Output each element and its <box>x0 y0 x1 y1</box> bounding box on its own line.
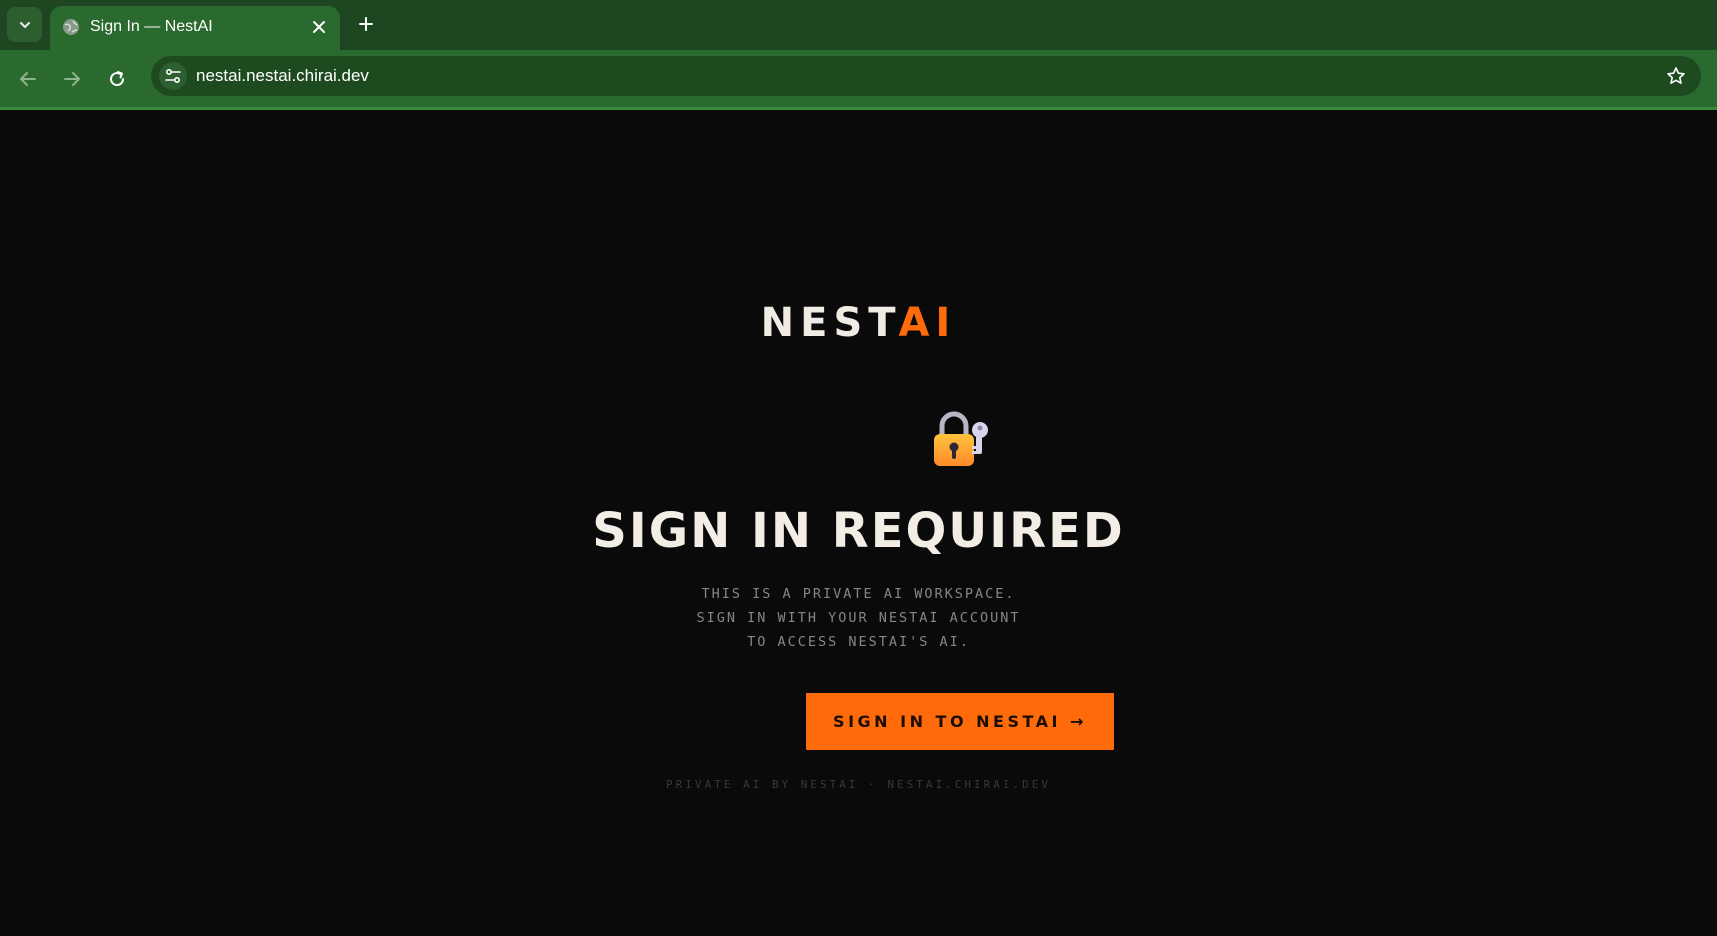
back-button[interactable] <box>12 63 44 95</box>
tab-close-icon[interactable] <box>308 16 330 38</box>
forward-button[interactable] <box>56 63 88 95</box>
logo-text-nest: NEST <box>760 300 899 346</box>
tab-title: Sign In — NestAI <box>90 18 213 35</box>
reload-icon <box>110 71 125 87</box>
footer-text: PRIVATE AI BY NESTAI · NESTAI.CHIRAI.DEV <box>666 778 1051 791</box>
description-line: SIGN IN WITH YOUR NESTAI ACCOUNT <box>696 610 1021 626</box>
globe-icon <box>63 19 79 35</box>
page-title: SIGN IN REQUIRED <box>592 503 1125 559</box>
reload-button[interactable] <box>101 63 133 95</box>
arrow-left-icon <box>20 72 36 86</box>
browser-tab[interactable]: Sign In — NestAI <box>50 6 340 50</box>
new-tab-button[interactable] <box>352 10 380 38</box>
tab-search-button[interactable] <box>7 7 42 42</box>
bookmark-star-icon[interactable] <box>1665 65 1687 87</box>
chevron-down-icon <box>19 21 30 28</box>
browser-toolbar: nestai.nestai.chirai.dev <box>0 50 1717 108</box>
description-line: THIS IS A PRIVATE AI WORKSPACE. <box>701 586 1016 602</box>
browser-tabstrip: Sign In — NestAI <box>0 0 1717 50</box>
locked-with-key-icon <box>934 411 988 466</box>
logo-text-ai: AI <box>898 300 957 346</box>
url-text[interactable]: nestai.nestai.chirai.dev <box>196 66 369 86</box>
page-content: NESTAI SIGN IN REQUIRED THIS IS A PRIVAT… <box>0 110 1717 936</box>
address-bar[interactable]: nestai.nestai.chirai.dev <box>151 56 1701 96</box>
brand-logo: NESTAI <box>0 300 1717 346</box>
description-line: TO ACCESS NESTAI'S AI. <box>747 634 970 650</box>
tune-icon <box>165 68 181 84</box>
sign-in-button[interactable]: SIGN IN TO NESTAI → <box>806 693 1114 750</box>
arrow-right-icon <box>64 72 80 86</box>
plus-icon <box>359 17 373 31</box>
site-info-button[interactable] <box>159 62 187 90</box>
description: THIS IS A PRIVATE AI WORKSPACE. SIGN IN … <box>0 582 1717 654</box>
